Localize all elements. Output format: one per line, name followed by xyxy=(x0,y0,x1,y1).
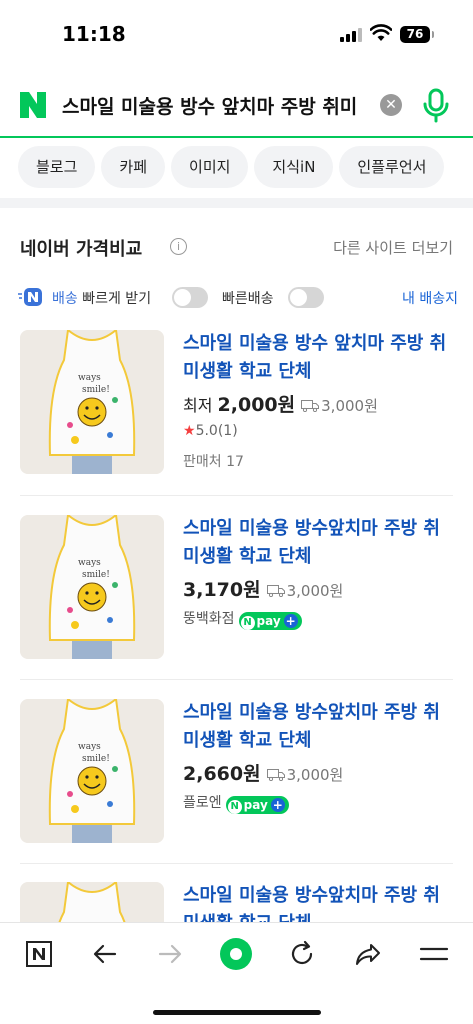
fast-delivery-toggle[interactable] xyxy=(172,287,208,308)
search-input[interactable]: 스마일 미술용 방수 앞치마 주방 취미 xyxy=(62,92,372,119)
microphone-icon[interactable] xyxy=(420,88,452,124)
list-divider xyxy=(20,863,453,864)
shipping-fee-value: 3,000원 xyxy=(286,766,344,784)
apron-image-icon xyxy=(20,882,164,922)
npay-badge: Npay + xyxy=(225,796,289,814)
truck-icon xyxy=(266,769,285,781)
tab-influencer[interactable]: 인플루언서 xyxy=(339,146,445,188)
apron-image-icon: ways smile! xyxy=(20,330,164,474)
review-count: (1) xyxy=(217,423,238,439)
battery-icon: 76 xyxy=(400,26,434,43)
product-image[interactable] xyxy=(20,882,164,922)
star-icon: ★ xyxy=(183,423,196,439)
section-divider xyxy=(0,198,473,208)
status-bar: 11:18 76 xyxy=(0,0,473,70)
more-sites-link[interactable]: 다른 사이트 더보기 xyxy=(333,237,453,258)
apron-text-2: smile! xyxy=(82,754,110,764)
product-item[interactable]: ways smile! 스마일 미술용 방수 앞치마 주방 취미생활 학교 단체… xyxy=(0,330,473,514)
share-icon[interactable] xyxy=(351,937,385,971)
forward-arrow-icon[interactable] xyxy=(153,937,187,971)
naver-delivery-badge-icon xyxy=(18,288,42,306)
tab-image[interactable]: 이미지 xyxy=(171,146,249,188)
product-image[interactable]: ways smile! xyxy=(20,330,164,474)
seller-count: 판매처 17 xyxy=(183,454,244,470)
delivery-prefix: 배송 xyxy=(52,291,78,307)
seller-name[interactable]: 뚱백화점 Npay + xyxy=(183,608,302,630)
product-image[interactable]: ways smile! xyxy=(20,699,164,843)
npay-n-icon: N xyxy=(227,800,242,814)
apron-image-icon: ways smile! xyxy=(20,515,164,659)
list-divider xyxy=(20,495,453,496)
tab-cafe[interactable]: 카페 xyxy=(101,146,166,188)
list-divider xyxy=(20,679,453,680)
seller-name[interactable]: 플로엔 Npay + xyxy=(183,792,289,814)
menu-icon[interactable] xyxy=(417,937,451,971)
search-bar: 스마일 미술용 방수 앞치마 주방 취미 ✕ xyxy=(0,78,473,138)
naver-home-icon[interactable] xyxy=(22,937,56,971)
naver-logo-icon[interactable] xyxy=(18,90,48,120)
delivery-label-text: 빠르게 받기 xyxy=(82,291,152,307)
refresh-icon[interactable] xyxy=(285,937,319,971)
seller-name-text: 뚱백화점 xyxy=(183,611,235,627)
home-indicator xyxy=(153,1010,321,1015)
npay-plus-icon: + xyxy=(283,614,298,628)
npay-n-icon: N xyxy=(240,616,255,630)
product-price: 3,170원 3,000원 xyxy=(183,575,343,602)
apron-text-2: smile! xyxy=(82,570,110,580)
bottom-navigation xyxy=(0,922,473,1024)
tab-knowledge-in[interactable]: 지식iN xyxy=(254,146,334,188)
product-title-link[interactable]: 스마일 미술용 방수앞치마 주방 취미생활 학교 단체 xyxy=(183,699,453,755)
back-arrow-icon[interactable] xyxy=(88,937,122,971)
product-price: 2,660원 3,000원 xyxy=(183,759,343,786)
product-rating: ★5.0(1) xyxy=(183,423,238,439)
apron-image-icon: ways smile! xyxy=(20,699,164,843)
shipping-fee: 3,000원 xyxy=(301,397,378,415)
fast-shipping-label: 빠른배송 xyxy=(222,291,274,307)
truck-icon xyxy=(301,400,320,412)
npay-label: pay xyxy=(256,614,281,628)
search-category-tabs: 블로그 카페 이미지 지식iN 인플루언서 xyxy=(18,146,473,190)
price-prefix: 최저 xyxy=(183,396,213,415)
apron-text-2: smile! xyxy=(82,385,110,395)
status-time: 11:18 xyxy=(62,22,126,46)
rating-value: 5.0 xyxy=(195,423,218,439)
apron-text-1: ways xyxy=(78,742,101,752)
shipping-fee-value: 3,000원 xyxy=(321,397,378,415)
shipping-fee: 3,000원 xyxy=(266,766,344,784)
product-item[interactable]: ways smile! 스마일 미술용 방수앞치마 주방 취미생활 학교 단체 … xyxy=(0,699,473,883)
product-item[interactable]: ways smile! 스마일 미술용 방수앞치마 주방 취미생활 학교 단체 … xyxy=(0,515,473,699)
green-dot-icon[interactable] xyxy=(219,937,253,971)
seller-name-text: 플로엔 xyxy=(183,795,222,811)
apron-text-1: ways xyxy=(78,373,101,383)
product-title-link[interactable]: 스마일 미술용 방수 앞치마 주방 취미생활 학교 단체 xyxy=(183,330,453,386)
npay-label: pay xyxy=(243,798,268,812)
fast-delivery-label: 배송 빠르게 받기 xyxy=(52,288,151,308)
product-title-link[interactable]: 스마일 미술용 방수앞치마 주방 취미생활 학교 단체 xyxy=(183,515,453,571)
truck-icon xyxy=(266,585,285,597)
product-item[interactable]: 스마일 미술용 방수앞치마 주방 취미생활 학교 단체 xyxy=(0,882,473,922)
npay-plus-icon: + xyxy=(270,798,285,812)
shipping-fee: 3,000원 xyxy=(266,582,344,600)
shipping-fee-value: 3,000원 xyxy=(286,582,344,600)
product-price: 최저 2,000원 3,000원 xyxy=(183,390,378,417)
signal-icon xyxy=(340,28,362,42)
my-shipping-address-link[interactable]: 내 배송지 xyxy=(402,288,458,308)
npay-badge: Npay + xyxy=(238,612,302,630)
price-value: 3,170원 xyxy=(183,579,261,601)
product-title-link[interactable]: 스마일 미술용 방수앞치마 주방 취미생활 학교 단체 xyxy=(183,882,453,922)
price-value: 2,660원 xyxy=(183,763,261,785)
delivery-filter-row: 배송 빠르게 받기 빠른배송 내 배송지 xyxy=(18,286,458,310)
price-value: 2,000원 xyxy=(217,394,296,416)
fast-shipping-toggle[interactable] xyxy=(288,287,324,308)
tab-blog[interactable]: 블로그 xyxy=(18,146,96,188)
apron-text-1: ways xyxy=(78,558,101,568)
clear-search-icon[interactable]: ✕ xyxy=(380,94,402,116)
product-image[interactable]: ways smile! xyxy=(20,515,164,659)
wifi-icon xyxy=(370,24,392,41)
info-icon[interactable]: i xyxy=(170,238,187,255)
section-title: 네이버 가격비교 xyxy=(20,239,143,260)
